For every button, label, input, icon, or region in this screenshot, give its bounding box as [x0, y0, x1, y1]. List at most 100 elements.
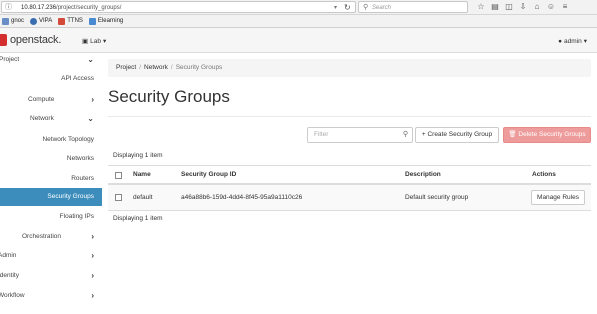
sidebar-item-network-topology[interactable]: Network Topology — [0, 131, 102, 149]
bookmarks-bar: gnoc VIPA TTNS Elearning — [0, 15, 597, 28]
manage-rules-button[interactable]: Manage Rules — [531, 190, 585, 205]
sidebar-item-project[interactable]: Project ⌄ — [0, 51, 102, 69]
main-content: Project / Network / Security Groups Security… — [102, 53, 597, 314]
sidebar-item-routers[interactable]: Routers — [0, 170, 102, 188]
sidebar-item-label: Routers — [71, 175, 94, 182]
home-icon[interactable]: ⌂ — [530, 1, 544, 13]
sidebar: Project ⌄ API Access Compute › Network ⌄… — [0, 53, 102, 314]
chevron-right-icon: › — [91, 251, 94, 260]
column-header-actions: Actions — [532, 171, 556, 178]
sidebar-item-security-groups[interactable]: Security Groups — [0, 188, 102, 206]
browser-toolbar-icons: ☆ ▤ ◫ ⇩ ⌂ ☺ ≡ — [474, 1, 572, 13]
page-title: Security Groups — [108, 87, 230, 106]
user-menu[interactable]: ● admin ▾ — [558, 37, 587, 46]
project-selector-label: Lab — [90, 37, 102, 45]
sidebar-item-api-access[interactable]: API Access — [0, 70, 102, 88]
sidebar-item-label: Workflow — [0, 292, 25, 299]
sidebar-item-label: Security Groups — [47, 193, 94, 200]
filter-input[interactable]: Filter ⚲ — [307, 127, 413, 143]
breadcrumb-project[interactable]: Project — [116, 64, 136, 71]
bookmark-star-icon[interactable]: ☆ — [474, 1, 488, 13]
bookmark-elearning[interactable]: Elearning — [88, 17, 124, 25]
chevron-down-icon: ⌄ — [87, 55, 94, 64]
user-menu-label: admin — [564, 37, 582, 45]
sidebar-item-admin[interactable]: Admin › — [0, 247, 102, 265]
url-dropdown-icon[interactable]: ▾ — [334, 3, 337, 13]
sidebar-item-label: Network Topology — [42, 136, 94, 143]
app-header: openstack. ▣ Lab ▾ ● admin ▾ — [0, 28, 597, 53]
displaying-count-top: Displaying 1 item — [113, 152, 163, 159]
create-security-group-button[interactable]: + Create Security Group — [415, 127, 499, 143]
row-id: a46a88b6-159d-4dd4-8f45-95a9a1110c26 — [181, 194, 303, 201]
chevron-right-icon: › — [91, 95, 94, 104]
displaying-count-bottom: Displaying 1 item — [113, 215, 163, 222]
chevron-down-icon: ⌄ — [87, 114, 94, 123]
sidebar-item-floating-ips[interactable]: Floating IPs — [0, 208, 102, 226]
search-icon[interactable]: ⚲ — [403, 128, 408, 142]
column-header-id[interactable]: Security Group ID — [181, 166, 236, 184]
project-selector[interactable]: ▣ Lab ▾ — [82, 37, 107, 46]
bookmark-favicon-icon — [58, 17, 66, 25]
sidebar-item-label: API Access — [61, 75, 94, 82]
delete-button-label: Delete Security Groups — [518, 131, 586, 138]
sidebar-item-network[interactable]: Network ⌄ — [0, 110, 102, 128]
bookmark-favicon-icon — [88, 17, 96, 25]
extension-icon[interactable]: ☺ — [544, 1, 558, 13]
breadcrumb: Project / Network / Security Groups — [108, 59, 591, 77]
sidebar-item-label: Project — [0, 56, 20, 63]
select-all-checkbox[interactable] — [115, 172, 122, 179]
sidebar-item-label: Floating IPs — [59, 213, 94, 220]
bookmark-gnoc[interactable]: gnoc — [2, 17, 24, 25]
column-header-description[interactable]: Description — [405, 166, 441, 184]
chevron-right-icon: › — [91, 271, 94, 280]
bookmark-vipa[interactable]: VIPA — [30, 17, 53, 25]
chevron-right-icon: › — [91, 291, 94, 300]
bookmark-label: VIPA — [39, 18, 53, 24]
sidebar-item-workflow[interactable]: Workflow › — [0, 287, 102, 305]
sidebar-item-compute[interactable]: Compute › — [0, 91, 102, 109]
openstack-logo[interactable]: openstack. — [10, 33, 61, 47]
column-header-name[interactable]: Name — [133, 166, 151, 184]
sidebar-item-label: Network — [30, 115, 54, 122]
page-info-icon[interactable]: ⓘ — [5, 4, 13, 11]
table-header: Name Security Group ID Description Actio… — [108, 165, 591, 185]
menu-icon[interactable]: ≡ — [558, 1, 572, 13]
filter-placeholder: Filter — [314, 131, 329, 138]
sidebar-item-label: Admin — [0, 252, 17, 259]
search-bar[interactable]: ⚲ Search — [358, 1, 468, 13]
sidebar-item-networks[interactable]: Networks — [0, 150, 102, 168]
row-checkbox[interactable] — [115, 194, 122, 201]
address-bar-url: 10.80.17.236/project/security_groups/ — [21, 3, 121, 13]
sidebar-item-label: Identity — [0, 272, 19, 279]
reading-list-icon[interactable]: ▤ — [488, 1, 502, 13]
url-path: /project/security_groups/ — [56, 5, 122, 11]
delete-security-groups-button[interactable]: 🗑 Delete Security Groups — [503, 127, 591, 143]
browser-toolbar: ⓘ 10.80.17.236/project/security_groups/ … — [0, 0, 597, 15]
sidebar-item-label: Compute — [28, 96, 55, 103]
sidebar-item-label: Networks — [66, 155, 94, 162]
security-groups-table: Name Security Group ID Description Actio… — [108, 165, 591, 211]
url-host: 10.80.17.236 — [21, 5, 57, 11]
title-divider — [108, 116, 591, 117]
search-placeholder: Search — [372, 5, 392, 11]
bookmark-label: Elearning — [97, 18, 124, 24]
row-name[interactable]: default — [133, 185, 153, 211]
table-row: default a46a88b6-159d-4dd4-8f45-95a9a111… — [108, 185, 591, 211]
reload-icon[interactable]: ↻ — [344, 2, 351, 13]
download-icon[interactable]: ⇩ — [516, 1, 530, 13]
breadcrumb-current: Security Groups — [175, 64, 223, 71]
pocket-icon[interactable]: ◫ — [502, 1, 516, 13]
row-description: Default security group — [405, 194, 469, 201]
search-icon: ⚲ — [363, 4, 369, 11]
bookmark-label: TTNS — [67, 18, 83, 24]
project-icon: ▣ — [82, 38, 89, 45]
chevron-right-icon: › — [91, 232, 94, 241]
caret-down-icon: ▾ — [583, 38, 587, 45]
bookmark-ttns[interactable]: TTNS — [58, 17, 83, 25]
breadcrumb-network[interactable]: Network — [144, 64, 168, 71]
caret-down-icon: ▾ — [103, 38, 107, 45]
sidebar-item-identity[interactable]: Identity › — [0, 267, 102, 285]
address-bar[interactable]: ⓘ 10.80.17.236/project/security_groups/ … — [1, 1, 356, 13]
trash-icon: 🗑 — [508, 131, 519, 138]
sidebar-item-orchestration[interactable]: Orchestration › — [0, 228, 102, 246]
